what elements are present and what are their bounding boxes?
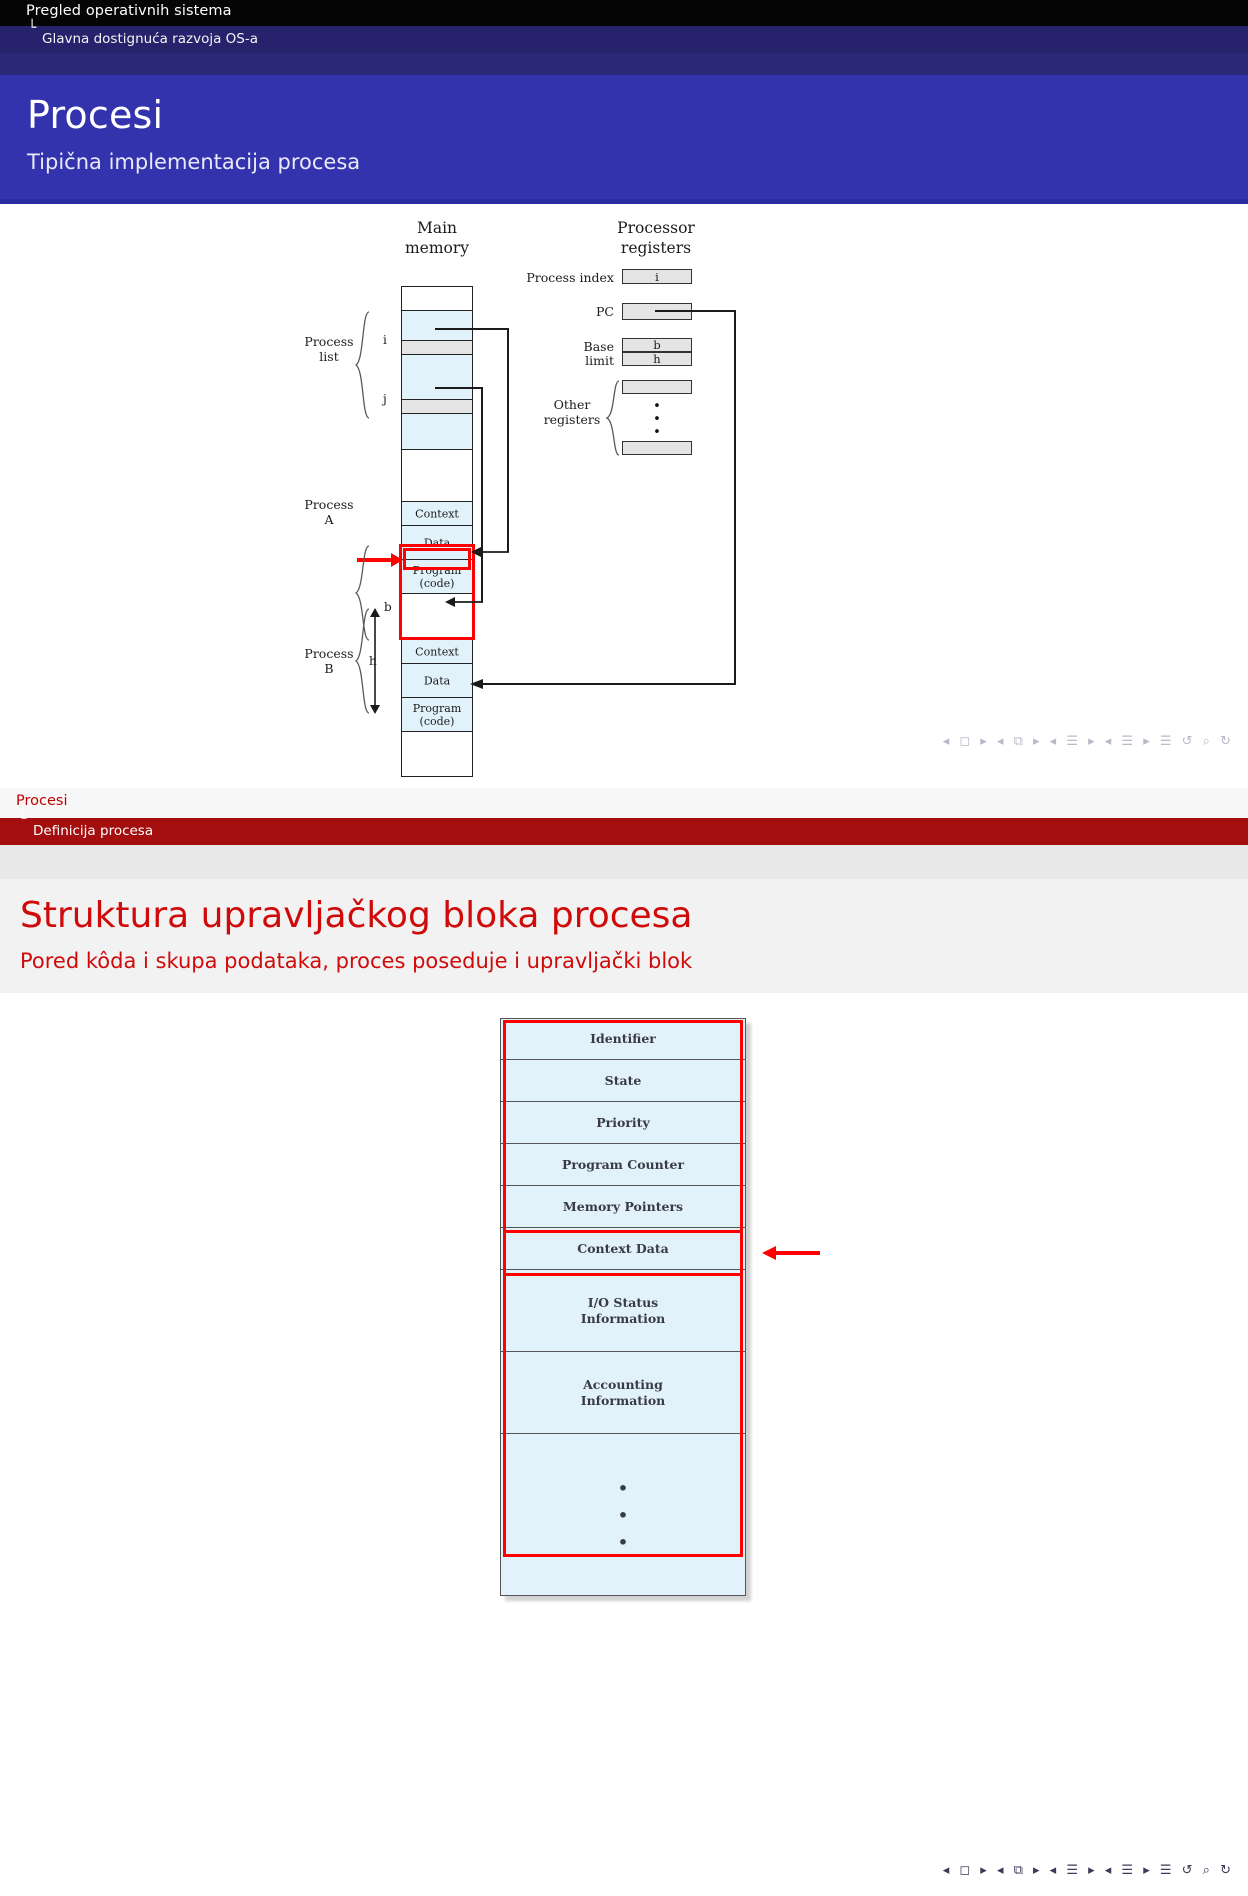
slide2-header-title: Procesi bbox=[16, 793, 68, 809]
mem-cell-blue-3 bbox=[402, 414, 472, 450]
connector-pc-arrowhead-icon bbox=[470, 679, 483, 689]
mem-cell-empty-mid bbox=[402, 450, 472, 502]
slide2-nav-dots[interactable]: ◂ ◻ ▸ ◂ ⧉ ▸ ◂ ☰ ▸ ◂ ☰ ▸ ☰ ↺ ⌕ ↻ bbox=[943, 1863, 1234, 1878]
processor-registers-heading: Processor registers bbox=[617, 219, 695, 257]
connector-i-vertical bbox=[507, 328, 509, 552]
mem-cell-b-data: Data bbox=[402, 664, 472, 698]
register-box-limit: h bbox=[622, 352, 692, 366]
mem-cell-blue-2 bbox=[402, 355, 472, 400]
mem-cell-empty-top bbox=[402, 287, 472, 311]
mem-cell-a-context-label: Context bbox=[415, 507, 459, 520]
register-box-base: b bbox=[622, 338, 692, 352]
slide2-band bbox=[0, 845, 1248, 879]
mem-cell-empty-bottom bbox=[402, 732, 472, 776]
main-memory-heading: Main memory bbox=[404, 219, 470, 257]
connector-pc-bottom bbox=[483, 683, 736, 685]
slide1-body: Main memory Processor registers Context … bbox=[0, 204, 1248, 788]
connector-j-vertical bbox=[481, 387, 483, 602]
process-a-context-highlight bbox=[403, 548, 471, 570]
tree-branch-icon: └ bbox=[28, 20, 37, 36]
mem-cell-b-program: Program (code) bbox=[402, 698, 472, 732]
slide1-header-bar: Pregled operativnih sistema bbox=[0, 0, 1248, 26]
pcb-outline-highlight bbox=[503, 1020, 743, 1557]
slide2-body: Identifier State Priority Program Counte… bbox=[0, 993, 1248, 1896]
mem-cell-b-context: Context bbox=[402, 640, 472, 664]
slide1-page-subtitle: Tipična implementacija procesa bbox=[27, 150, 361, 174]
slide2-page-subtitle: Pored kôda i skupa podataka, proces pose… bbox=[20, 949, 693, 973]
marker-b-label: b bbox=[384, 600, 392, 614]
slide1-title-block: Procesi Tipična implementacija procesa bbox=[0, 75, 1248, 199]
register-label-base: Base bbox=[583, 339, 614, 354]
other-registers-dots: • • • bbox=[653, 399, 661, 440]
tree-branch-icon-2: └ bbox=[18, 811, 27, 827]
mem-cell-j bbox=[402, 400, 472, 414]
connector-pc-vertical bbox=[734, 310, 736, 685]
slide-2: Procesi └ Definicija procesa Struktura u… bbox=[0, 788, 1248, 1896]
register-label-process-index: Process index bbox=[526, 270, 614, 285]
process-list-label: Process list bbox=[304, 334, 354, 364]
slide1-page-title: Procesi bbox=[27, 93, 164, 137]
slide1-header-title: Pregled operativnih sistema bbox=[26, 3, 232, 19]
presentation-page: Pregled operativnih sistema └ Glavna dos… bbox=[0, 0, 1248, 1896]
slide2-title-block: Struktura upravljačkog bloka procesa Por… bbox=[0, 879, 1248, 993]
connector-i-arrowhead-icon bbox=[471, 547, 509, 557]
slide1-band bbox=[0, 53, 1248, 75]
register-box-other-1 bbox=[622, 380, 692, 394]
mem-cell-b-data-label: Data bbox=[423, 674, 451, 687]
slide1-subheader-bar: └ Glavna dostignuća razvoja OS-a bbox=[0, 21, 1248, 53]
connector-pc-horizontal bbox=[655, 310, 736, 312]
red-arrow-context-data-icon bbox=[762, 1246, 820, 1260]
mem-cell-b-program-label: Program (code) bbox=[412, 701, 462, 728]
slide-1: Pregled operativnih sistema └ Glavna dos… bbox=[0, 0, 1248, 788]
slide2-page-title: Struktura upravljačkog bloka procesa bbox=[20, 895, 693, 936]
connector-i-horizontal bbox=[435, 328, 509, 330]
register-box-process-index: i bbox=[622, 269, 692, 284]
mem-cell-i bbox=[402, 341, 472, 355]
marker-j-label: j bbox=[383, 392, 387, 406]
connector-j-horizontal bbox=[435, 387, 483, 389]
marker-i-label: i bbox=[383, 333, 387, 347]
slide1-nav-dots[interactable]: ◂ ◻ ▸ ◂ ⧉ ▸ ◂ ☰ ▸ ◂ ☰ ▸ ☰ ↺ ⌕ ↻ bbox=[943, 734, 1234, 749]
process-list-brace-icon bbox=[354, 311, 370, 419]
connector-j-arrowhead-icon bbox=[445, 597, 483, 607]
mem-cell-b-context-label: Context bbox=[415, 645, 459, 658]
process-b-label: Process B bbox=[304, 646, 354, 676]
slide1-subheader-title: Glavna dostignuća razvoja OS-a bbox=[42, 31, 258, 47]
other-registers-label: Other registers bbox=[543, 397, 601, 427]
mem-cell-a-context: Context bbox=[402, 502, 472, 526]
register-label-limit: limit bbox=[585, 353, 614, 368]
process-a-label: Process A bbox=[304, 497, 354, 527]
pcb-context-data-highlight bbox=[503, 1230, 743, 1276]
register-box-other-2 bbox=[622, 441, 692, 455]
slide2-subheader-bar: └ Definicija procesa bbox=[0, 812, 1248, 845]
mem-cell-blue-1 bbox=[402, 311, 472, 341]
main-memory-column: Context Data Program (code) Context Data… bbox=[401, 286, 473, 777]
other-registers-brace-icon bbox=[605, 380, 620, 456]
slide2-subheader-title: Definicija procesa bbox=[33, 823, 154, 839]
slide2-header-bar: Procesi bbox=[0, 788, 1248, 818]
register-label-pc: PC bbox=[596, 304, 614, 319]
process-implementation-diagram: Main memory Processor registers Context … bbox=[0, 204, 1248, 788]
